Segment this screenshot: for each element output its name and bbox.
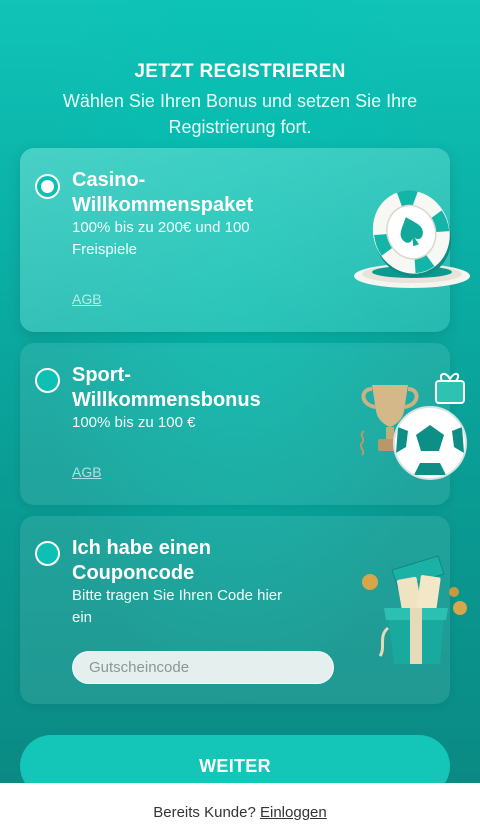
casino-chip-icon [354,190,470,288]
agb-link[interactable]: AGB [72,464,102,480]
bonus-description: 100% bis zu 100 € [72,414,196,431]
bonus-title: Casino-Willkommenspaket [72,169,253,216]
radio-casino[interactable] [35,174,60,199]
header: JETZT REGISTRIEREN Wählen Sie Ihren Bonu… [0,60,480,140]
coupon-code-input[interactable] [72,651,334,684]
gift-box-icon [362,555,467,664]
bonus-description: 100% bis zu 200€ und 100 Freispiele [72,219,250,258]
radio-sport[interactable] [35,368,60,393]
page-title: JETZT REGISTRIEREN [134,61,346,82]
footer-question: Bereits Kunde? [153,804,256,821]
bonus-description: Bitte tragen Sie Ihren Code hier ein [72,587,283,626]
registration-screen: JETZT REGISTRIEREN Wählen Sie Ihren Bonu… [0,0,480,783]
bonus-card-casino[interactable]: Casino-Willkommenspaket 100% bis zu 200€… [20,148,470,332]
continue-button[interactable]: WEITER [20,735,450,783]
agb-link[interactable]: AGB [72,291,102,307]
bonus-title: Ich habe einen Couponcode [72,537,211,584]
footer: Bereits Kunde? Einloggen [0,783,480,838]
bonus-title: Sport-Willkommensbonus [72,364,261,411]
bonus-card-sport[interactable]: Sport-Willkommensbonus 100% bis zu 100 €… [20,343,467,505]
trophy-football-icon [359,373,467,480]
bonus-card-coupon[interactable]: Ich habe einen Couponcode Bitte tragen S… [20,516,467,704]
login-link[interactable]: Einloggen [260,804,327,821]
radio-coupon[interactable] [35,541,60,566]
page-subtitle: Wählen Sie Ihren Bonus und setzen Sie Ih… [62,91,418,137]
